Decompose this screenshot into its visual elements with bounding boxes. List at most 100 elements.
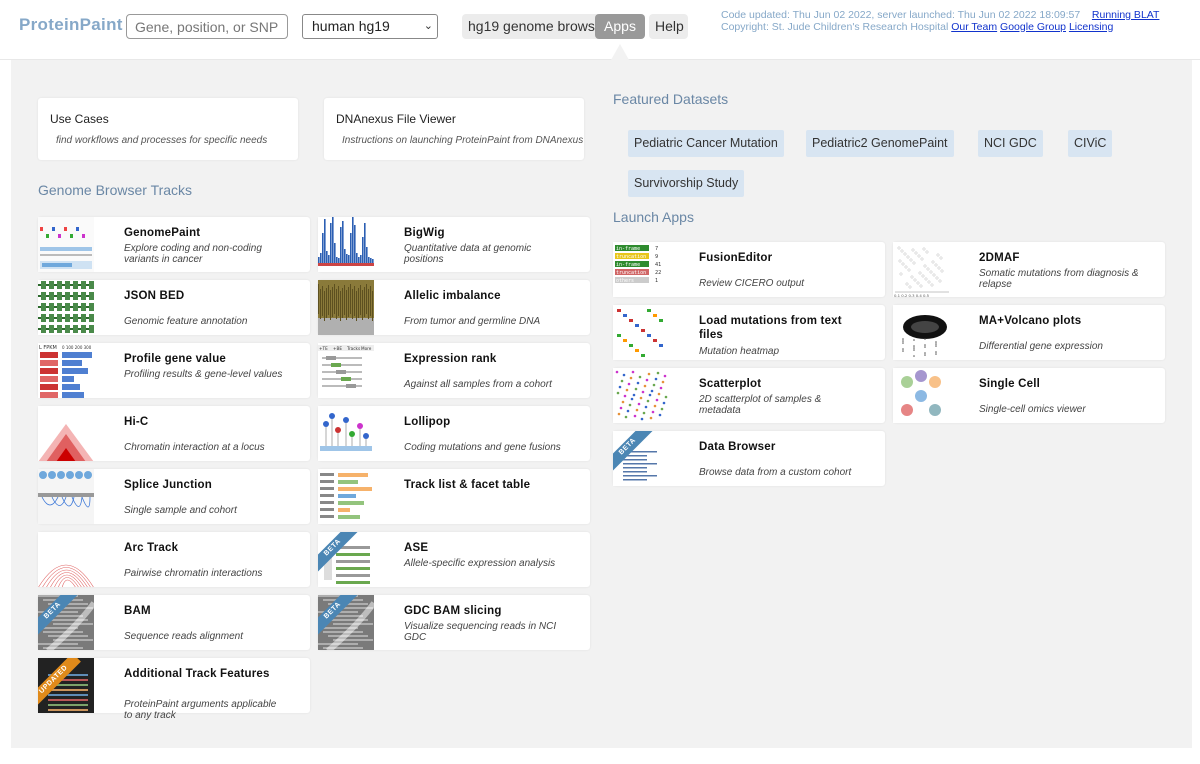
- svg-text:truncation: truncation: [616, 254, 646, 260]
- help-button[interactable]: Help: [649, 14, 688, 39]
- databrowser-thumbnail: BETA: [613, 431, 669, 486]
- genome-select[interactable]: human hg19 ⌄: [302, 14, 438, 39]
- tile-description: Review CICERO output: [699, 278, 805, 289]
- server-info: Code updated: Thu Jun 02 2022, server la…: [721, 9, 1160, 33]
- launch-apps-heading: Launch Apps: [613, 209, 694, 225]
- tile-description: Quantitative data at genomic positions: [404, 243, 532, 265]
- track-tile-gdc-bam-slicing[interactable]: BETA GDC BAM slicing Visualize sequencing …: [318, 595, 590, 650]
- our-team-link[interactable]: Our Team: [951, 21, 997, 33]
- tile-description: Against all samples from a cohort: [404, 379, 552, 390]
- track-tile-allelic-imbalance[interactable]: Allelic imbalance From tumor and germline…: [318, 280, 590, 335]
- tile-title: Data Browser: [699, 441, 776, 453]
- dataset-chip-survivorship-study[interactable]: Survivorship Study: [628, 170, 745, 197]
- svg-text:L FPKM: L FPKM: [39, 345, 57, 351]
- app-tile-fusioneditor[interactable]: in-frame 7 truncation 9 in-frame 41 truncation…: [613, 242, 885, 297]
- track-tile-track-list-facet-table[interactable]: Track list & facet table: [318, 469, 590, 524]
- track-tile-genomepaint[interactable]: GenomePaint Explore coding and non-coding…: [38, 217, 310, 272]
- exprank-thumbnail: +TE +BE Tracks More: [318, 343, 374, 398]
- dnanexus-card[interactable]: DNAnexus File Viewer Instructions on lau…: [324, 98, 584, 160]
- tile-description: ProteinPaint arguments applicable to any…: [124, 699, 277, 721]
- tile-description: Differential gene expression: [979, 341, 1103, 352]
- tile-title: Allelic imbalance: [404, 290, 501, 302]
- fusion-thumbnail: in-frame 7 truncation 9 in-frame 41 truncation…: [613, 242, 669, 297]
- tile-description: Visualize sequencing reads in NCI GDC: [404, 621, 557, 643]
- tile-description: From tumor and germline DNA: [404, 316, 541, 327]
- genome-tracks-heading: Genome Browser Tracks: [38, 182, 193, 198]
- tile-description: Profiling results & gene-level values: [124, 369, 283, 380]
- tile-description: Coding mutations and gene fusions: [404, 442, 561, 453]
- tile-title: GDC BAM slicing: [404, 605, 502, 617]
- tile-title: Profile gene value: [124, 353, 227, 365]
- dataset-chip-pediatric2-genomepaint[interactable]: Pediatric2 GenomePaint: [806, 130, 954, 157]
- svg-text:Tracks: Tracks: [346, 346, 360, 351]
- copyright-text: Copyright: St. Jude Children's Research …: [721, 20, 949, 33]
- google-group-link[interactable]: Google Group: [1000, 21, 1066, 33]
- tile-title: FusionEditor: [699, 252, 773, 264]
- tile-title: Scatterplot: [699, 378, 762, 390]
- use-cases-card[interactable]: Use Cases find workflows and processes f…: [38, 98, 298, 160]
- code-updated-text: Code updated: Thu Jun 02 2022, server la…: [721, 9, 1081, 21]
- tile-description: Genomic feature annotation: [124, 316, 248, 327]
- additional-thumbnail: UPDATED: [38, 658, 94, 713]
- scatter-thumbnail: [613, 368, 669, 423]
- dataset-chip-civic[interactable]: CIViC: [1068, 130, 1113, 157]
- app-tile-2dmaf[interactable]: 0.1 0.2 0.3 0.4 0.5 2DMAF Somatic mutation…: [893, 242, 1165, 297]
- lollipop-thumbnail: [318, 406, 374, 461]
- tile-description: Mutation heatmap: [699, 346, 780, 357]
- bam-thumbnail: BETA: [38, 595, 94, 650]
- svg-text:others: others: [616, 278, 634, 284]
- svg-text:7: 7: [655, 246, 658, 252]
- chevron-down-icon: ⌄: [423, 20, 433, 32]
- dnanexus-desc: Instructions on launching ProteinPaint f…: [342, 135, 584, 146]
- tile-description: Somatic mutations from diagnosis & relap…: [979, 268, 1139, 290]
- track-tile-hi-c[interactable]: Hi-C Chromatin interaction at a locus: [38, 406, 310, 461]
- track-tile-lollipop[interactable]: Lollipop Coding mutations and gene fusion…: [318, 406, 590, 461]
- svg-text:in-frame: in-frame: [616, 246, 640, 252]
- tracklist-thumbnail: [318, 469, 374, 524]
- featured-datasets-heading: Featured Datasets: [613, 91, 729, 107]
- tile-title: Additional Track Features: [124, 668, 270, 680]
- tile-title: Track list & facet table: [404, 479, 531, 491]
- tile-title: BigWig: [404, 227, 445, 239]
- running-blat-link[interactable]: Running BLAT: [1092, 9, 1160, 21]
- tile-description: Single-cell omics viewer: [979, 404, 1086, 415]
- track-tile-splice-junction[interactable]: Splice Junction Single sample and cohort: [38, 469, 310, 524]
- use-cases-title: Use Cases: [50, 112, 109, 126]
- track-tile-ase[interactable]: BETA ASE Allele-specific expression analys…: [318, 532, 590, 587]
- gene-search-input[interactable]: [126, 14, 288, 39]
- svg-text:1: 1: [655, 278, 658, 284]
- track-tile-arc-track[interactable]: Arc Track Pairwise chromatin interactions: [38, 532, 310, 587]
- licensing-link[interactable]: Licensing: [1069, 21, 1113, 33]
- tile-description: Browse data from a custom cohort: [699, 467, 852, 478]
- track-tile-json-bed[interactable]: JSON BED Genomic feature annotation: [38, 280, 310, 335]
- top-bar: ProteinPaint human hg19 ⌄ hg19 genome br…: [0, 0, 1200, 60]
- track-tile-expression-rank[interactable]: +TE +BE Tracks More Expression rank Against a…: [318, 343, 590, 398]
- tile-description: Sequence reads alignment: [124, 631, 243, 642]
- use-cases-desc: find workflows and processes for specifi…: [56, 135, 268, 146]
- splice-thumbnail: [38, 469, 94, 524]
- app-tile-single-cell[interactable]: Single Cell Single-cell omics viewer: [893, 368, 1165, 423]
- jsonbed-thumbnail: [38, 280, 94, 335]
- svg-text:41: 41: [655, 262, 661, 268]
- dataset-chip-nci-gdc[interactable]: NCI GDC: [978, 130, 1043, 157]
- tile-title: JSON BED: [124, 290, 185, 302]
- tile-title: Hi-C: [124, 416, 149, 428]
- track-tile-bigwig[interactable]: BigWig Quantitative data at genomic posit…: [318, 217, 590, 272]
- app-tile-load-mutations-from-text-files[interactable]: Load mutations from text files Mutation h…: [613, 305, 885, 360]
- track-tile-bam[interactable]: BETA BAM Sequence reads alignment: [38, 595, 310, 650]
- app-tile-scatterplot[interactable]: Scatterplot 2D scatterplot of samples & m…: [613, 368, 885, 423]
- genome-browser-button[interactable]: hg19 genome browser: [462, 14, 614, 39]
- track-tile-additional-track-features[interactable]: UPDATED Additional Track Features ProteinP…: [38, 658, 310, 721]
- apps-button[interactable]: Apps: [595, 14, 645, 39]
- volcano-thumbnail: [893, 305, 949, 360]
- ase-thumbnail: BETA: [318, 532, 374, 587]
- tile-title: 2DMAF: [979, 252, 1020, 264]
- track-tile-profile-gene-value[interactable]: L FPKM 0 100 200 300 Profile gene value Pro…: [38, 343, 310, 398]
- tile-title: Splice Junction: [124, 479, 212, 491]
- app-tile-ma-volcano-plots[interactable]: MA+Volcano plots Differential gene expres…: [893, 305, 1165, 360]
- tile-title: GenomePaint: [124, 227, 201, 239]
- svg-text:+BE: +BE: [333, 346, 342, 351]
- app-logo[interactable]: ProteinPaint: [19, 15, 123, 35]
- dataset-chip-pediatric-cancer-mutation[interactable]: Pediatric Cancer Mutation: [628, 130, 784, 157]
- app-tile-data-browser[interactable]: BETA Data Browser Browse data from a custo…: [613, 431, 885, 486]
